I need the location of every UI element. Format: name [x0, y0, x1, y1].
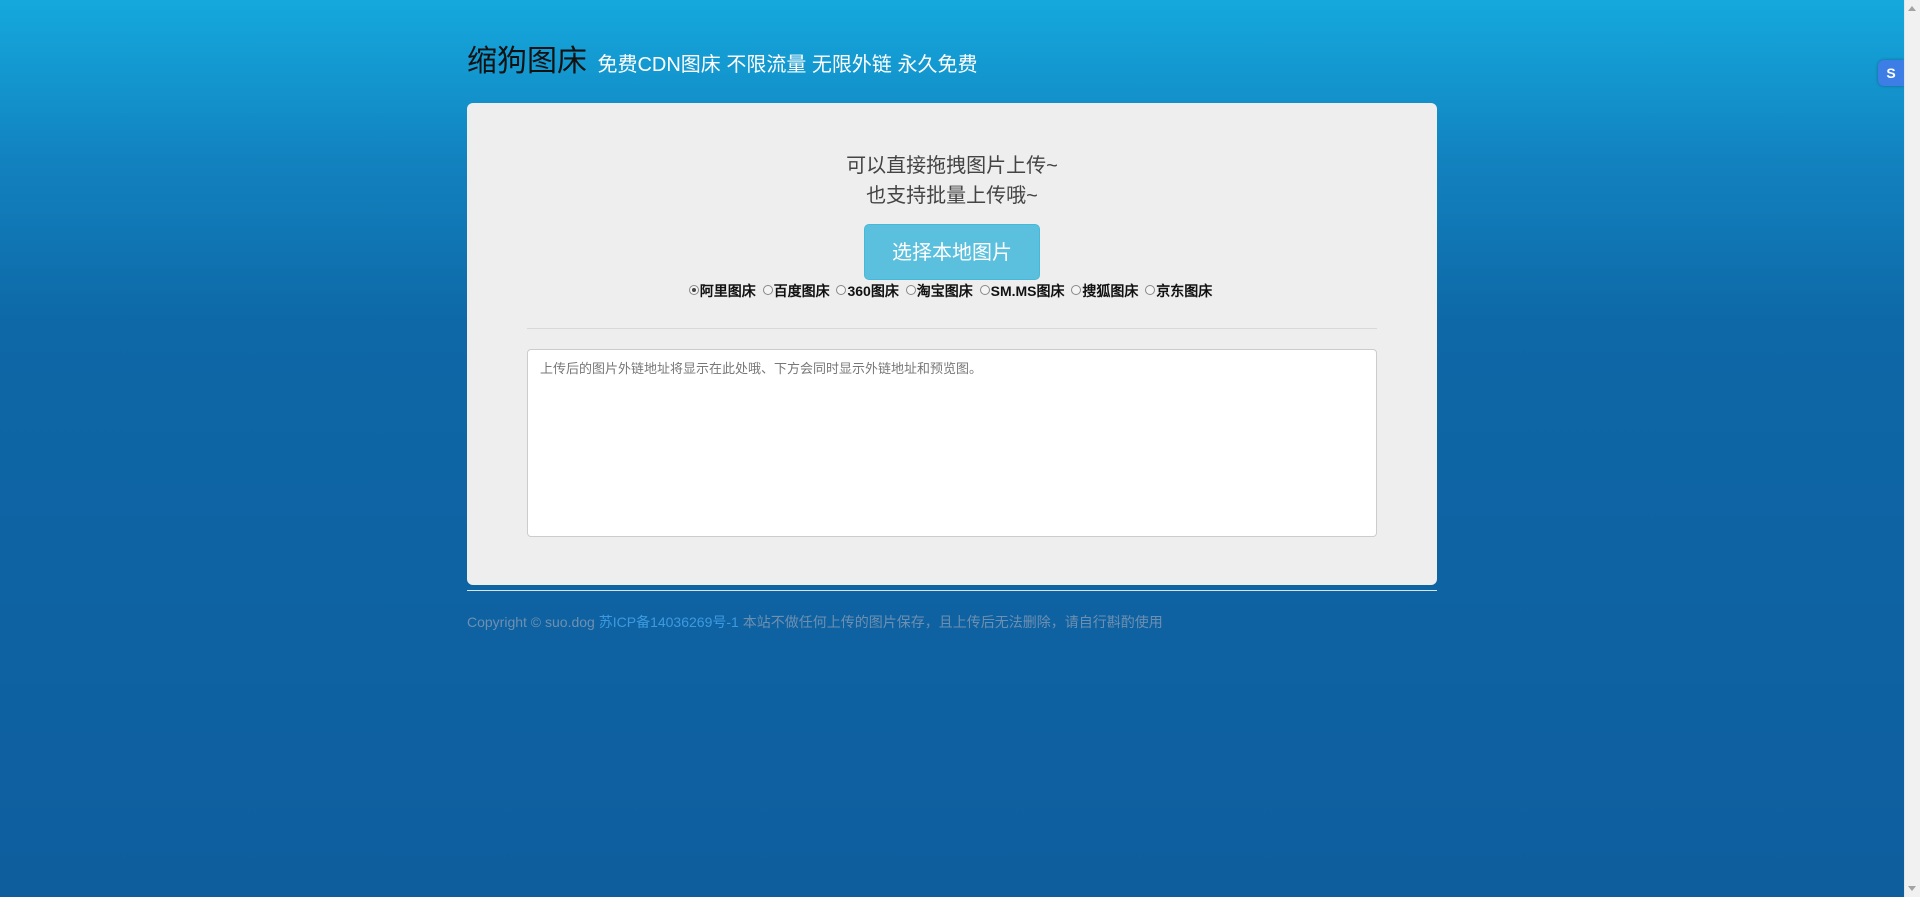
- host-radio-360[interactable]: 360图床: [836, 281, 899, 301]
- host-radio-label: 淘宝图床: [916, 283, 973, 299]
- host-radio-aliyun[interactable]: 阿里图床: [688, 281, 756, 301]
- host-radio-jd[interactable]: 京东图床: [1145, 281, 1212, 301]
- host-radio-label: 京东图床: [1156, 283, 1213, 299]
- select-local-image-button[interactable]: 选择本地图片: [864, 224, 1040, 280]
- host-radio-taobao[interactable]: 淘宝图床: [905, 281, 973, 301]
- vertical-scrollbar[interactable]: [1904, 0, 1920, 897]
- host-radio-label: SM.MS图床: [990, 283, 1065, 299]
- site-subtitle: 免费CDN图床 不限流量 无限外链 永久免费: [597, 54, 978, 76]
- footer-divider: [467, 590, 1437, 591]
- radio-button-icon[interactable]: [905, 285, 916, 295]
- host-radio-label: 百度图床: [773, 283, 830, 299]
- radio-button-icon[interactable]: [979, 285, 990, 295]
- result-links-textarea[interactable]: [527, 349, 1377, 537]
- footer-copyright: Copyright © suo.dog: [467, 614, 599, 630]
- site-header: 缩狗图床 免费CDN图床 不限流量 无限外链 永久免费: [467, 36, 977, 80]
- footer: Copyright © suo.dog 苏ICP备14036269号-1 本站不…: [467, 612, 1163, 632]
- radio-button-icon[interactable]: [1071, 285, 1082, 295]
- radio-button-icon[interactable]: [688, 285, 699, 295]
- host-radio-baidu[interactable]: 百度图床: [762, 281, 830, 301]
- upload-hint-line2: 也支持批量上传哦~: [866, 185, 1038, 207]
- host-radio-label: 阿里图床: [699, 283, 756, 299]
- scroll-up-icon[interactable]: [1908, 6, 1916, 11]
- scroll-down-icon[interactable]: [1908, 886, 1916, 891]
- footer-disclaimer: 本站不做任何上传的图片保存，且上传后无法删除，请自行斟酌使用: [738, 614, 1163, 630]
- host-radio-sohu[interactable]: 搜狐图床: [1071, 281, 1138, 301]
- radio-button-icon[interactable]: [836, 285, 847, 295]
- host-radio-label: 360图床: [847, 283, 899, 299]
- host-radio-smms[interactable]: SM.MS图床: [979, 281, 1065, 301]
- host-radio-label: 搜狐图床: [1082, 283, 1139, 299]
- translate-icon[interactable]: S: [1878, 60, 1904, 86]
- upload-panel[interactable]: 可以直接拖拽图片上传~ 也支持批量上传哦~ 选择本地图片 阿里图床 百度图床 3…: [467, 103, 1437, 585]
- divider: [527, 328, 1377, 329]
- radio-button-icon[interactable]: [762, 285, 773, 295]
- site-title: 缩狗图床: [467, 45, 587, 78]
- footer-icp-link[interactable]: 苏ICP备14036269号-1: [599, 614, 739, 630]
- host-radio-group: 阿里图床 百度图床 360图床 淘宝图床 SM.MS图床 搜狐图床 京东图床: [467, 281, 1437, 301]
- translate-icon-glyph: S: [1886, 65, 1896, 81]
- upload-hint: 可以直接拖拽图片上传~ 也支持批量上传哦~: [467, 151, 1437, 211]
- radio-button-icon[interactable]: [1145, 285, 1156, 295]
- upload-hint-line1: 可以直接拖拽图片上传~: [846, 155, 1058, 177]
